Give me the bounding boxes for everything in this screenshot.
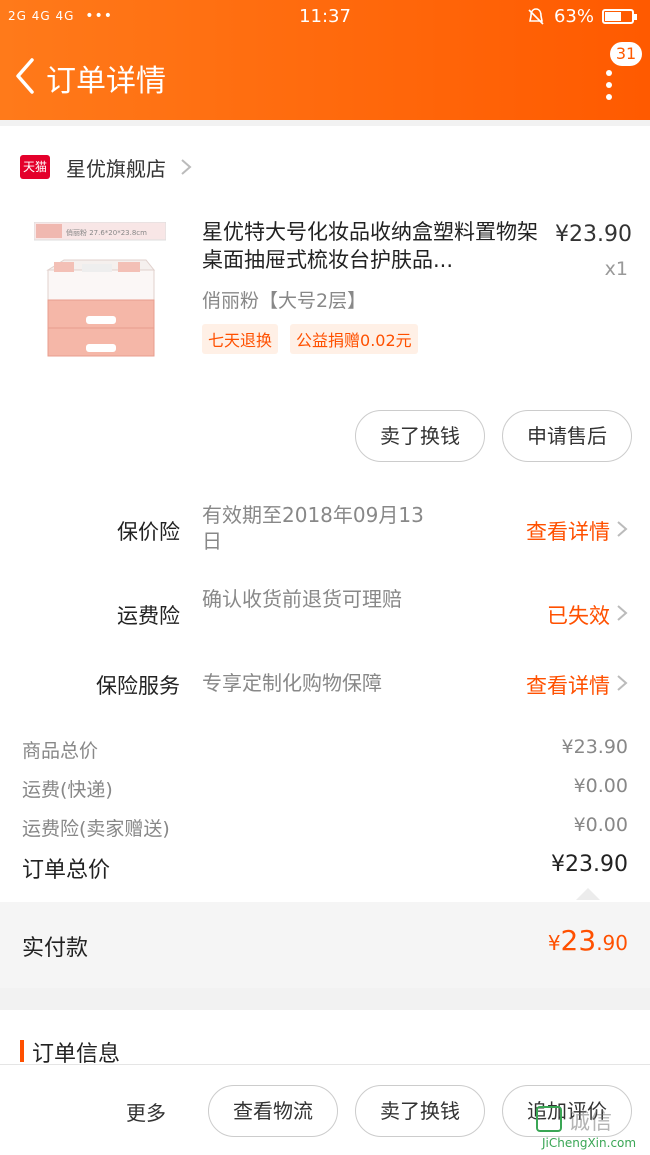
summary-row-shipping: 运费(快递) ¥0.00	[22, 775, 628, 802]
order-total-label: 订单总价	[22, 858, 111, 883]
insurance-row-shipping[interactable]: 运费险 确认收货前退货可理赔 已失效	[0, 584, 650, 644]
status-bar: 2G 4G 4G ••• 11:37 63%	[0, 0, 650, 36]
chevron-right-icon	[617, 675, 628, 691]
summary-value: ¥23.90	[561, 736, 628, 758]
page-title: 订单详情	[46, 64, 166, 99]
summary-label: 运费(快递)	[22, 779, 113, 801]
insurance-label: 保价险	[117, 520, 180, 544]
product-thumbnail[interactable]: 俏丽粉 27.6*20*23.8cm	[34, 222, 166, 364]
tag-seven-day-return: 七天退换	[202, 324, 279, 354]
expired-status[interactable]: 已失效	[547, 600, 610, 630]
view-details-link[interactable]: 查看详情	[526, 516, 610, 546]
sell-for-cash-button[interactable]: 卖了换钱	[355, 410, 485, 462]
more-button[interactable]: 更多	[126, 1097, 166, 1126]
watermark-url: JiChengXin.com	[542, 1136, 637, 1150]
status-right: 63%	[526, 6, 637, 27]
summary-row-goods: 商品总价 ¥23.90	[22, 736, 628, 763]
sell-for-cash-button[interactable]: 卖了换钱	[355, 1085, 485, 1137]
summary-label: 运费险(卖家赠送)	[22, 818, 170, 840]
battery-fill	[605, 12, 622, 21]
insurance-desc: 专享定制化购物保障	[202, 671, 382, 695]
apply-after-sale-button[interactable]: 申请售后	[502, 410, 632, 462]
view-details-link[interactable]: 查看详情	[526, 670, 610, 700]
section-accent-bar	[20, 1040, 24, 1062]
service-tags: 七天退换 公益捐赠0.02元	[202, 324, 418, 354]
summary-value: ¥0.00	[573, 775, 628, 797]
product-title[interactable]: 星优特大号化妆品收纳盒塑料置物架桌面抽屉式梳妆台护肤品...	[202, 218, 538, 274]
watermark-logo: 诚信 JiChengXin.com	[532, 1104, 650, 1155]
order-total-value: ¥23.90	[551, 852, 628, 877]
order-total-row: 订单总价 ¥23.90	[22, 852, 628, 884]
store-name: 星优旗舰店	[66, 156, 166, 181]
amount-integer: 23	[560, 924, 597, 957]
watermark-icon	[536, 1106, 562, 1132]
product-price: ¥23.90	[555, 222, 632, 247]
nav-bar: 订单详情 31	[0, 40, 650, 116]
chevron-right-icon	[617, 605, 628, 621]
actual-payment-box: 实付款 ¥23.90	[0, 902, 650, 988]
notch-divider	[576, 888, 600, 900]
battery-icon	[602, 9, 637, 24]
tmall-icon: 天猫	[20, 155, 50, 179]
app-header: 2G 4G 4G ••• 11:37 63% 订单详情 31	[0, 0, 650, 120]
insurance-label: 保险服务	[96, 674, 180, 698]
message-count-badge[interactable]: 31	[610, 42, 642, 66]
insurance-desc: 确认收货前退货可理赔	[202, 587, 402, 611]
mute-bell-icon	[528, 7, 544, 25]
actual-payment-label: 实付款	[22, 936, 89, 961]
battery-percent: 63%	[553, 6, 594, 27]
currency-symbol: ¥	[547, 931, 561, 955]
insurance-desc: 有效期至2018年09月13日	[202, 503, 424, 553]
product-quantity: x1	[604, 258, 628, 280]
summary-row-shipping-insurance: 运费险(卖家赠送) ¥0.00	[22, 814, 628, 841]
chevron-right-icon	[181, 159, 192, 175]
summary-label: 商品总价	[22, 740, 99, 762]
actual-payment-value: ¥23.90	[548, 924, 628, 957]
more-menu-icon[interactable]	[606, 70, 614, 106]
chevron-right-icon	[617, 521, 628, 537]
watermark-text: 诚信	[568, 1110, 613, 1135]
tag-charity: 公益捐赠0.02元	[290, 324, 418, 354]
insurance-label: 运费险	[117, 604, 180, 628]
order-card: 天猫 星优旗舰店 俏丽粉 27.6*20*23.8cm 星优特大号化妆品收纳盒塑…	[0, 126, 650, 988]
amount-decimal: .90	[596, 931, 628, 955]
insurance-row-price-protect[interactable]: 保价险 有效期至2018年09月13日 查看详情	[0, 500, 650, 560]
store-row[interactable]: 天猫 星优旗舰店	[20, 152, 192, 182]
back-arrow-icon[interactable]	[8, 56, 44, 96]
product-sku: 俏丽粉【大号2层】	[202, 290, 367, 312]
thumbnail-caption: 俏丽粉 27.6*20*23.8cm	[66, 228, 147, 237]
insurance-row-service[interactable]: 保险服务 专享定制化购物保障 查看详情	[0, 668, 650, 708]
view-logistics-button[interactable]: 查看物流	[208, 1085, 338, 1137]
summary-value: ¥0.00	[573, 814, 628, 836]
